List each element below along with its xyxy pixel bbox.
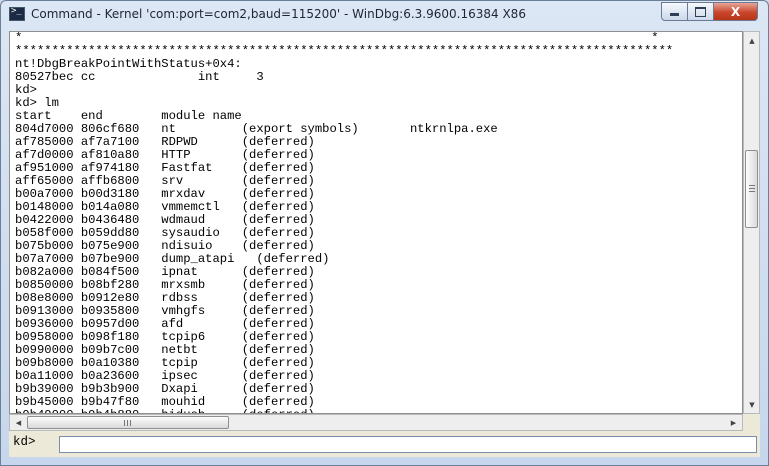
maximize-button[interactable]	[687, 2, 714, 21]
maximize-icon	[695, 6, 706, 17]
scroll-down-icon[interactable]: ▼	[745, 397, 759, 412]
grip-line	[749, 191, 755, 192]
minimize-button[interactable]	[661, 2, 688, 21]
horizontal-scrollbar[interactable]: ◀ ▶	[9, 414, 743, 431]
command-panel: * * *************************************…	[9, 31, 760, 457]
scrollbar-corner	[743, 414, 760, 431]
command-window-icon[interactable]: >_	[9, 6, 25, 21]
output-line: * *	[15, 31, 659, 45]
scroll-left-icon[interactable]: ◀	[11, 416, 26, 429]
horizontal-scroll-thumb[interactable]	[27, 416, 229, 429]
scroll-up-icon[interactable]: ▲	[745, 33, 759, 48]
windbg-command-window: >_ Command - Kernel 'com:port=com2,baud=…	[0, 0, 769, 466]
grip-line	[749, 185, 755, 186]
window-title: Command - Kernel 'com:port=com2,baud=115…	[31, 7, 526, 21]
close-button[interactable]: X	[713, 2, 758, 21]
close-icon: X	[730, 4, 741, 19]
grip-line	[130, 420, 131, 426]
command-input[interactable]	[59, 436, 757, 453]
output-line: 80527bec cc int 3	[15, 70, 264, 84]
command-prompt-label: kd>	[13, 435, 36, 449]
grip-line	[749, 188, 755, 189]
debugger-output[interactable]: * * *************************************…	[9, 31, 743, 414]
output-line: kd>	[15, 83, 37, 97]
vertical-scroll-thumb[interactable]	[745, 150, 758, 228]
title-bar[interactable]: >_ Command - Kernel 'com:port=com2,baud=…	[1, 1, 768, 29]
scroll-right-icon[interactable]: ▶	[726, 416, 741, 429]
vertical-scrollbar[interactable]: ▲ ▼	[743, 31, 760, 414]
minimize-icon	[670, 13, 679, 16]
grip-line	[124, 420, 125, 426]
output-text: * * *************************************…	[10, 31, 742, 413]
grip-line	[127, 420, 128, 426]
